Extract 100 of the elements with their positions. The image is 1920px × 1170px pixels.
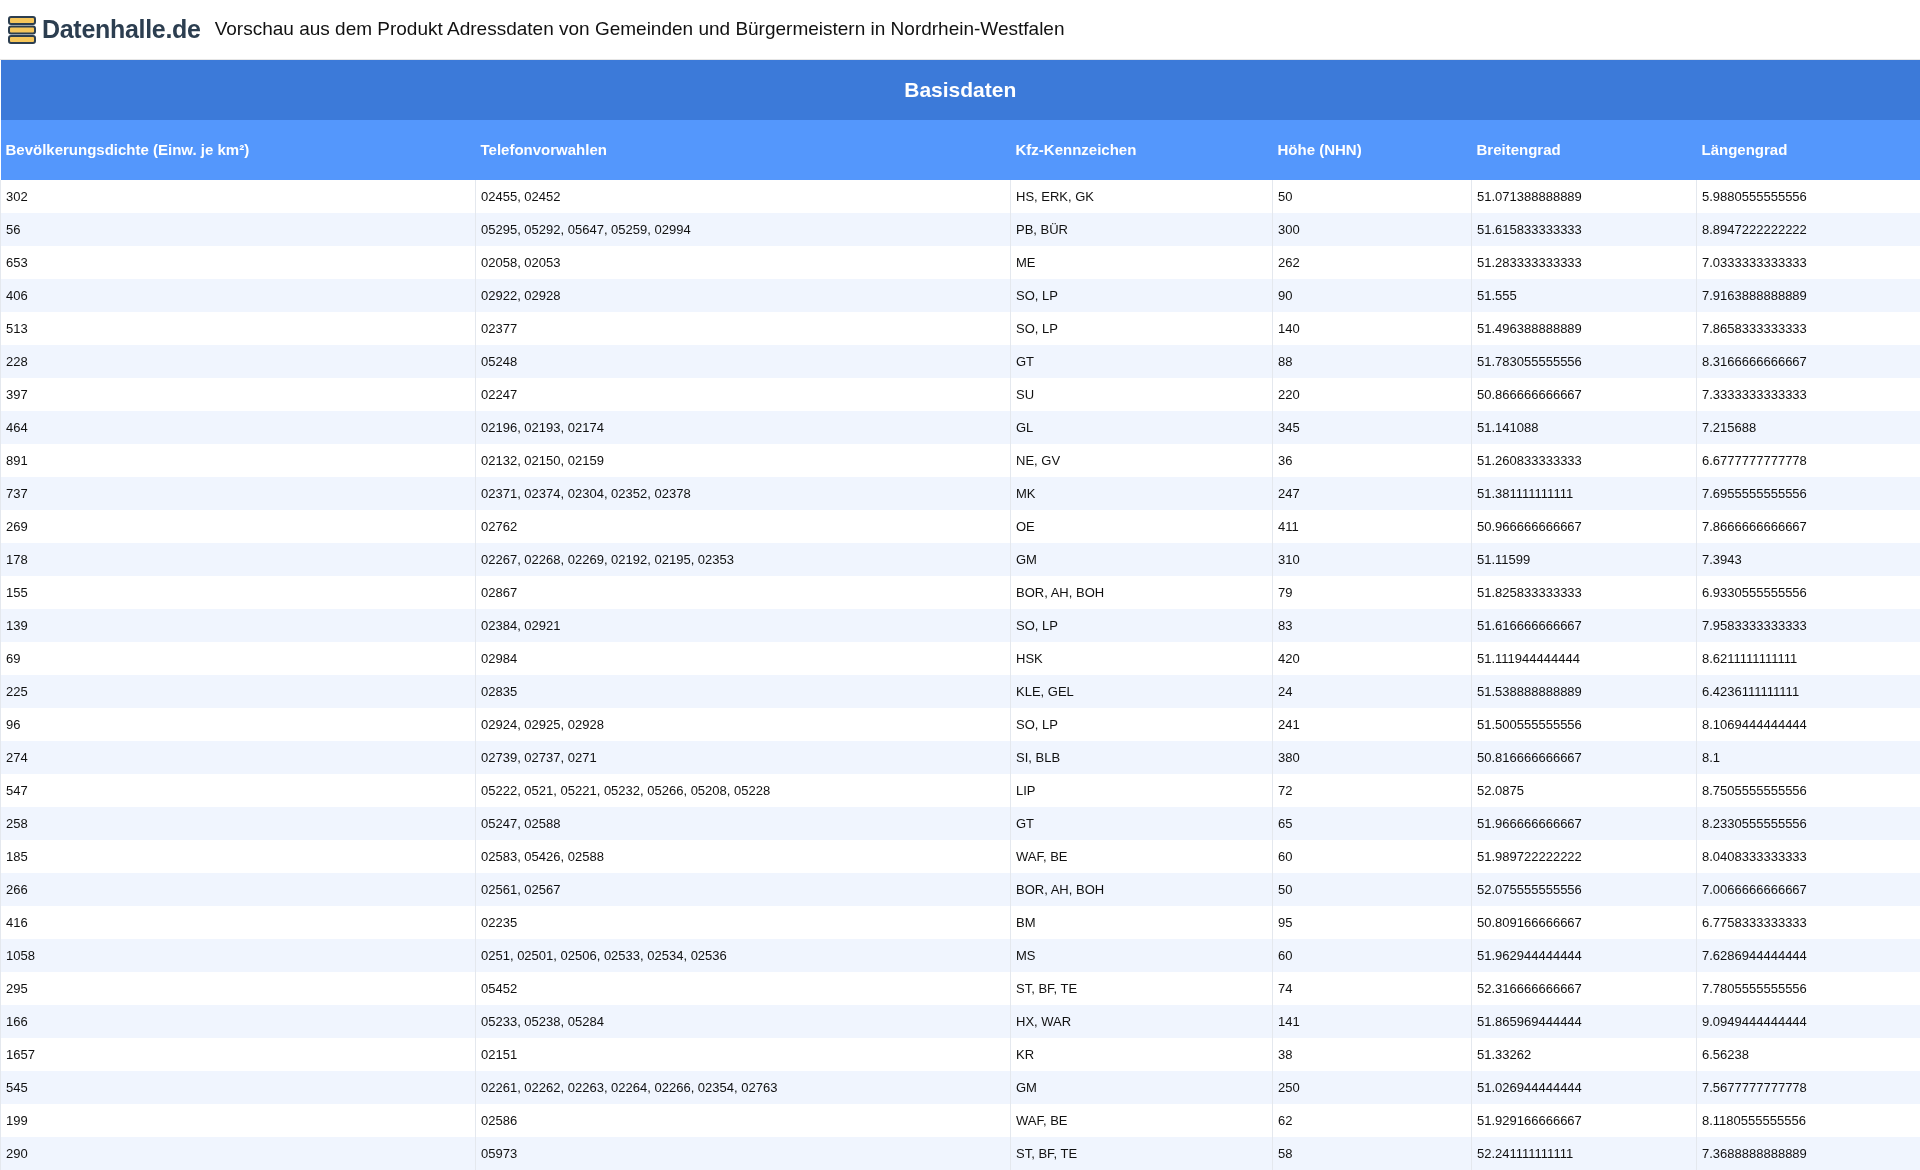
table-cell: SO, LP [1010, 279, 1273, 312]
table-cell: 166 [0, 1005, 476, 1038]
table-cell: 05248 [475, 345, 1011, 378]
table-cell: 90 [1272, 279, 1472, 312]
table-cell: 380 [1272, 741, 1472, 774]
column-header: Bevölkerungsdichte (Einw. je km²) [0, 120, 476, 180]
table-cell: 02196, 02193, 02174 [475, 411, 1011, 444]
table-cell: 7.5677777777778 [1696, 1071, 1920, 1104]
table-cell: GM [1010, 1071, 1273, 1104]
table-cell: 7.6286944444444 [1696, 939, 1920, 972]
table-cell: 300 [1272, 213, 1472, 246]
table-cell: SO, LP [1010, 609, 1273, 642]
table-cell: 05233, 05238, 05284 [475, 1005, 1011, 1038]
table-cell: 178 [0, 543, 476, 576]
table-cell: 7.6955555555556 [1696, 477, 1920, 510]
table-cell: 7.9583333333333 [1696, 609, 1920, 642]
table-cell: 274 [0, 741, 476, 774]
table-cell: 60 [1272, 939, 1472, 972]
table-cell: 02371, 02374, 02304, 02352, 02378 [475, 477, 1011, 510]
table-cell: PB, BÜR [1010, 213, 1273, 246]
column-header: Höhe (NHN) [1272, 120, 1472, 180]
table-cell: GT [1010, 807, 1273, 840]
table-cell: 9.0949444444444 [1696, 1005, 1920, 1038]
table-cell: 7.3688888888889 [1696, 1137, 1920, 1170]
table-cell: GM [1010, 543, 1273, 576]
table-cell: 545 [0, 1071, 476, 1104]
table-cell: 250 [1272, 1071, 1472, 1104]
column-header: Kfz-Kennzeichen [1010, 120, 1273, 180]
table-cell: 290 [0, 1137, 476, 1170]
table-cell: 51.11599 [1471, 543, 1697, 576]
table-cell: 51.026944444444 [1471, 1071, 1697, 1104]
table-cell: SI, BLB [1010, 741, 1273, 774]
table-cell: 83 [1272, 609, 1472, 642]
table-cell: 8.8947222222222 [1696, 213, 1920, 246]
table-cell: 7.215688 [1696, 411, 1920, 444]
table-cell: 1058 [0, 939, 476, 972]
table-cell: 6.4236111111111 [1696, 675, 1920, 708]
table-cell: 02384, 02921 [475, 609, 1011, 642]
page-title: Vorschau aus dem Produkt Adressdaten von Gemeinden und Bürgermeistern in Nordrhein-Westfalen [214, 17, 1065, 42]
table-cell: MK [1010, 477, 1273, 510]
table-cell: 225 [0, 675, 476, 708]
table-cell: 7.3943 [1696, 543, 1920, 576]
table-cell: 464 [0, 411, 476, 444]
table-cell: 05295, 05292, 05647, 05259, 02994 [475, 213, 1011, 246]
table-cell: 24 [1272, 675, 1472, 708]
table-cell: 8.2330555555556 [1696, 807, 1920, 840]
table-cell: 51.966666666667 [1471, 807, 1697, 840]
column-header: Breitengrad [1471, 120, 1697, 180]
table-cell: 8.1 [1696, 741, 1920, 774]
table-cell: 266 [0, 873, 476, 906]
table-cell: HX, WAR [1010, 1005, 1273, 1038]
table-cell: 51.615833333333 [1471, 213, 1697, 246]
site-logo-text[interactable]: Datenhalle.de [42, 10, 201, 49]
table-cell: BOR, AH, BOH [1010, 873, 1273, 906]
table-cell: 05973 [475, 1137, 1011, 1170]
table-cell: 50 [1272, 873, 1472, 906]
table-cell: 52.241111111111 [1471, 1137, 1697, 1170]
table-cell: 51.141088 [1471, 411, 1697, 444]
table-cell: 141 [1272, 1005, 1472, 1038]
table-cell: 65 [1272, 807, 1472, 840]
table-cell: 7.9163888888889 [1696, 279, 1920, 312]
table-cell: 51.555 [1471, 279, 1697, 312]
table-cell: 345 [1272, 411, 1472, 444]
table-cell: 02261, 02262, 02263, 02264, 02266, 02354, 02763 [475, 1071, 1011, 1104]
server-stack-icon [6, 13, 38, 46]
table-cell: GL [1010, 411, 1273, 444]
table-cell: 50.816666666667 [1471, 741, 1697, 774]
table-cell: 88 [1272, 345, 1472, 378]
table-cell: 7.0066666666667 [1696, 873, 1920, 906]
table-cell: 0251, 02501, 02506, 02533, 02534, 02536 [475, 939, 1011, 972]
table-cell: KLE, GEL [1010, 675, 1273, 708]
table-cell: 51.381111111111 [1471, 477, 1697, 510]
table-cell: 310 [1272, 543, 1472, 576]
table-cell: 51.962944444444 [1471, 939, 1697, 972]
table-cell: MS [1010, 939, 1273, 972]
table-cell: 02561, 02567 [475, 873, 1011, 906]
table-caption: Basisdaten [0, 60, 1920, 120]
table-cell: 247 [1272, 477, 1472, 510]
table-cell: 52.075555555556 [1471, 873, 1697, 906]
table-cell: 02922, 02928 [475, 279, 1011, 312]
table-cell: 51.865969444444 [1471, 1005, 1697, 1038]
table-cell: 228 [0, 345, 476, 378]
table-cell: 05247, 02588 [475, 807, 1011, 840]
column-header: Telefonvorwahlen [475, 120, 1011, 180]
table-cell: ST, BF, TE [1010, 1137, 1273, 1170]
table-cell: 51.538888888889 [1471, 675, 1697, 708]
table-cell: 02739, 02737, 0271 [475, 741, 1011, 774]
table-cell: 8.3166666666667 [1696, 345, 1920, 378]
column-header: Längengrad [1696, 120, 1920, 180]
table-cell: 737 [0, 477, 476, 510]
table-cell: 51.783055555556 [1471, 345, 1697, 378]
table-cell: GT [1010, 345, 1273, 378]
table-cell: 02267, 02268, 02269, 02192, 02195, 02353 [475, 543, 1011, 576]
table-cell: 56 [0, 213, 476, 246]
table-cell: 406 [0, 279, 476, 312]
table-cell: 58 [1272, 1137, 1472, 1170]
table-cell: 02835 [475, 675, 1011, 708]
table-cell: 139 [0, 609, 476, 642]
table-cell: 258 [0, 807, 476, 840]
table-cell: 51.616666666667 [1471, 609, 1697, 642]
